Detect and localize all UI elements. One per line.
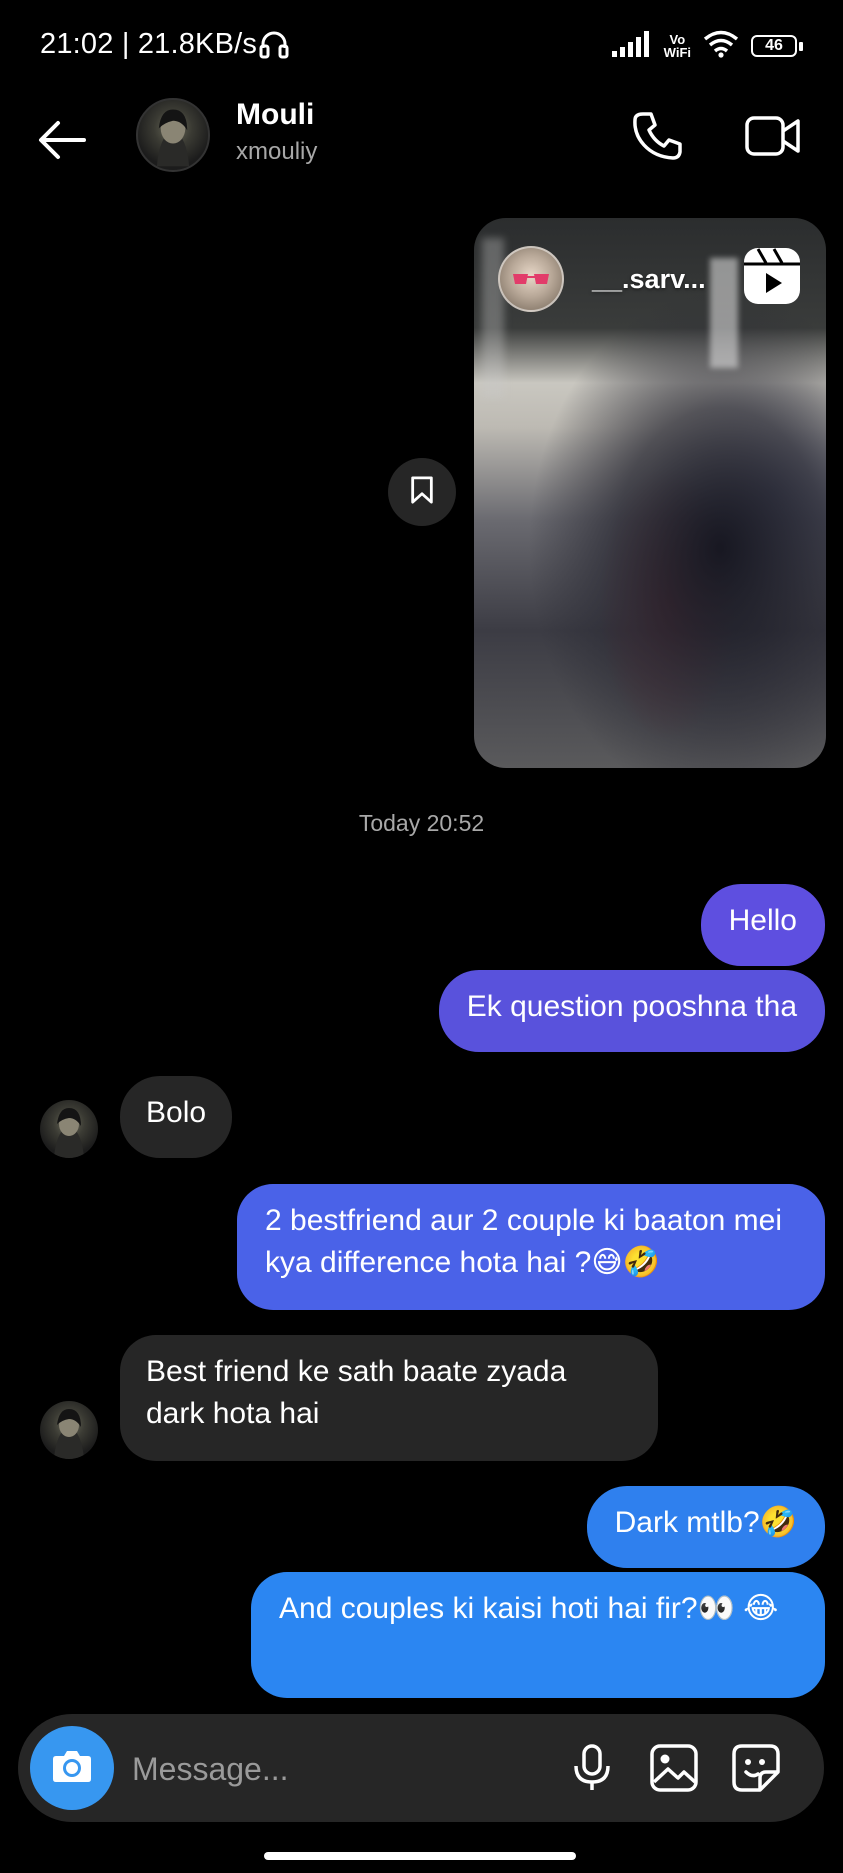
chat-timestamp: Today 20:52 bbox=[358, 810, 485, 836]
wifi-icon bbox=[703, 30, 739, 63]
contact-username[interactable]: xmouliy bbox=[236, 138, 317, 166]
message-text: And couples ki kaisi hoti hai fir?👀 😂 bbox=[279, 1592, 779, 1625]
vowifi-indicator: Vo WiFi bbox=[663, 32, 691, 60]
message-text: Best friend ke sath baate zyada dark hot… bbox=[146, 1355, 567, 1430]
outgoing-message[interactable]: And couples ki kaisi hoti hai fir?👀 😂 bbox=[251, 1572, 825, 1698]
status-time: 21:02 | 21.8KB/s bbox=[40, 28, 258, 60]
reel-thumbnail-detail bbox=[710, 258, 738, 368]
outgoing-message[interactable]: 2 bestfriend aur 2 couple ki baaton mei … bbox=[237, 1184, 825, 1310]
contact-avatar[interactable] bbox=[136, 98, 210, 172]
message-text: Dark mtlb?🤣 bbox=[614, 1506, 797, 1539]
message-text: Ek question pooshna tha bbox=[466, 990, 797, 1023]
battery-icon: 46 bbox=[751, 35, 803, 57]
message-text: Bolo bbox=[146, 1096, 207, 1129]
message-text: Hello bbox=[728, 904, 797, 937]
outgoing-message[interactable]: Dark mtlb?🤣 bbox=[586, 1486, 825, 1568]
reel-author-avatar bbox=[498, 246, 564, 312]
signal-icon bbox=[611, 30, 652, 62]
reel-thumbnail-detail bbox=[482, 238, 504, 398]
headphones-icon bbox=[258, 28, 290, 60]
contact-name[interactable]: Mouli bbox=[236, 98, 314, 132]
bookmark-icon bbox=[408, 475, 436, 510]
video-call-icon[interactable] bbox=[743, 108, 803, 164]
shared-reel-card[interactable]: __.sarv... bbox=[474, 218, 826, 768]
save-reel-button[interactable] bbox=[388, 458, 456, 526]
message-composer bbox=[18, 1714, 824, 1822]
sticker-icon[interactable] bbox=[730, 1742, 782, 1794]
contact-avatar-small bbox=[40, 1100, 98, 1158]
status-bar: 21:02 | 21.8KB/s Vo WiFi 46 bbox=[0, 0, 843, 90]
reels-icon bbox=[742, 246, 802, 306]
gallery-icon[interactable] bbox=[648, 1742, 700, 1794]
home-indicator[interactable] bbox=[264, 1852, 576, 1860]
back-arrow-icon[interactable] bbox=[32, 110, 92, 170]
incoming-message[interactable]: Best friend ke sath baate zyada dark hot… bbox=[120, 1335, 658, 1461]
phone-icon[interactable] bbox=[629, 108, 685, 164]
message-text: 2 bestfriend aur 2 couple ki baaton mei … bbox=[265, 1204, 782, 1279]
reel-author-username: __.sarv... bbox=[592, 264, 706, 294]
outgoing-message[interactable]: Ek question pooshna tha bbox=[438, 970, 825, 1052]
microphone-icon[interactable] bbox=[566, 1742, 618, 1794]
outgoing-message[interactable]: Hello bbox=[700, 884, 825, 966]
battery-level: 46 bbox=[751, 35, 797, 57]
incoming-message[interactable]: Bolo bbox=[120, 1076, 233, 1158]
message-input[interactable] bbox=[130, 1738, 554, 1800]
camera-button[interactable] bbox=[30, 1726, 114, 1810]
camera-icon bbox=[50, 1746, 94, 1791]
contact-avatar-small bbox=[40, 1401, 98, 1459]
